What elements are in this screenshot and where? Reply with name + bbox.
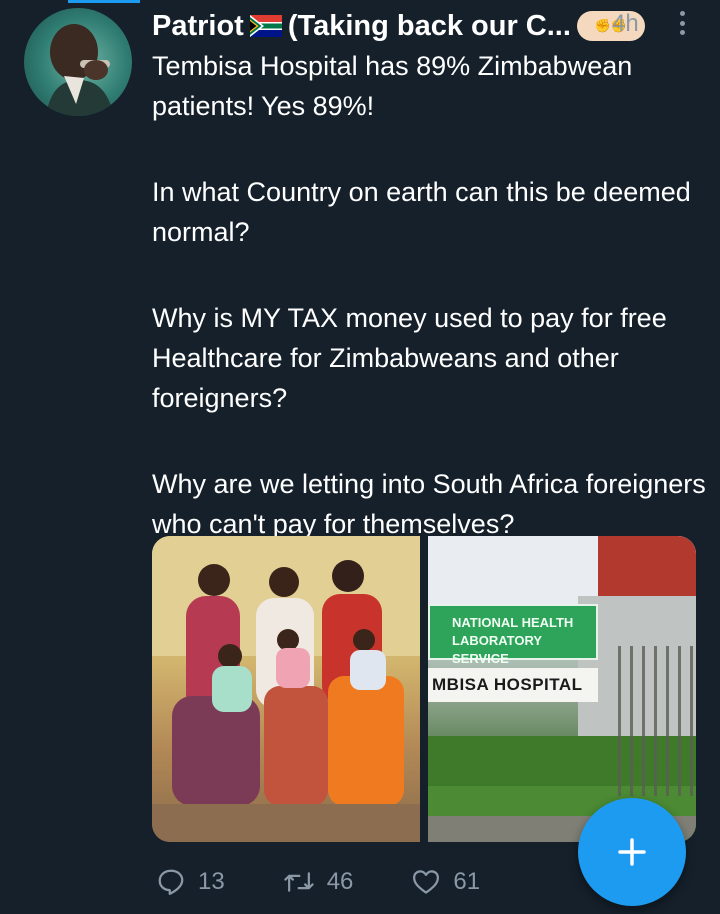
plus-icon: [618, 838, 646, 866]
sign-line: NATIONAL HEALTH: [452, 615, 574, 630]
retweet-icon: [284, 872, 314, 892]
reply-icon: [158, 869, 184, 895]
photo-mothers-with-babies[interactable]: [152, 536, 420, 842]
media-grid: NATIONAL HEALTH LABORATORY SERVICE MBISA…: [152, 536, 696, 842]
like-count: 61: [453, 868, 481, 895]
tweet-paragraph: In what Country on earth can this be dee…: [152, 177, 691, 247]
tweet-paragraph: Why are we letting into South Africa for…: [152, 469, 706, 539]
retweet-count: 46: [326, 868, 354, 895]
top-accent-bar: [68, 0, 140, 3]
tweet-actions: 13 46 61: [156, 862, 576, 902]
reply-button[interactable]: 13: [156, 867, 225, 897]
tweet-header: Patriot (Taking back our C... ✊✊: [152, 6, 692, 46]
photo-illustration: [152, 536, 420, 842]
compose-button[interactable]: [578, 798, 686, 906]
avatar-illustration: [46, 24, 114, 116]
display-name[interactable]: Patriot: [152, 10, 244, 43]
more-vertical-icon[interactable]: [670, 8, 694, 38]
tweet[interactable]: Patriot (Taking back our C... ✊✊ 4h Temb…: [0, 0, 720, 914]
reply-count: 13: [198, 868, 225, 895]
display-name-suffix[interactable]: (Taking back our C...: [288, 10, 571, 43]
hospital-name-sign: MBISA HOSPITAL: [428, 668, 598, 702]
tweet-paragraph: Why is MY TAX money used to pay for free…: [152, 303, 667, 413]
like-button[interactable]: 61: [411, 867, 480, 897]
heart-icon: [413, 870, 440, 894]
avatar[interactable]: [24, 8, 132, 116]
nhls-sign: NATIONAL HEALTH LABORATORY SERVICE: [428, 604, 598, 666]
tweet-paragraph: Tembisa Hospital has 89% Zimbabwean pati…: [152, 51, 633, 121]
south-africa-flag-icon: [249, 15, 282, 37]
timestamp[interactable]: 4h: [612, 10, 639, 38]
sign-line: LABORATORY SERVICE: [452, 633, 542, 666]
fence: [618, 646, 696, 796]
tweet-text: Tembisa Hospital has 89% Zimbabwean pati…: [152, 46, 712, 590]
photo-hospital-sign[interactable]: NATIONAL HEALTH LABORATORY SERVICE MBISA…: [428, 536, 696, 842]
retweet-button[interactable]: 46: [283, 867, 354, 897]
